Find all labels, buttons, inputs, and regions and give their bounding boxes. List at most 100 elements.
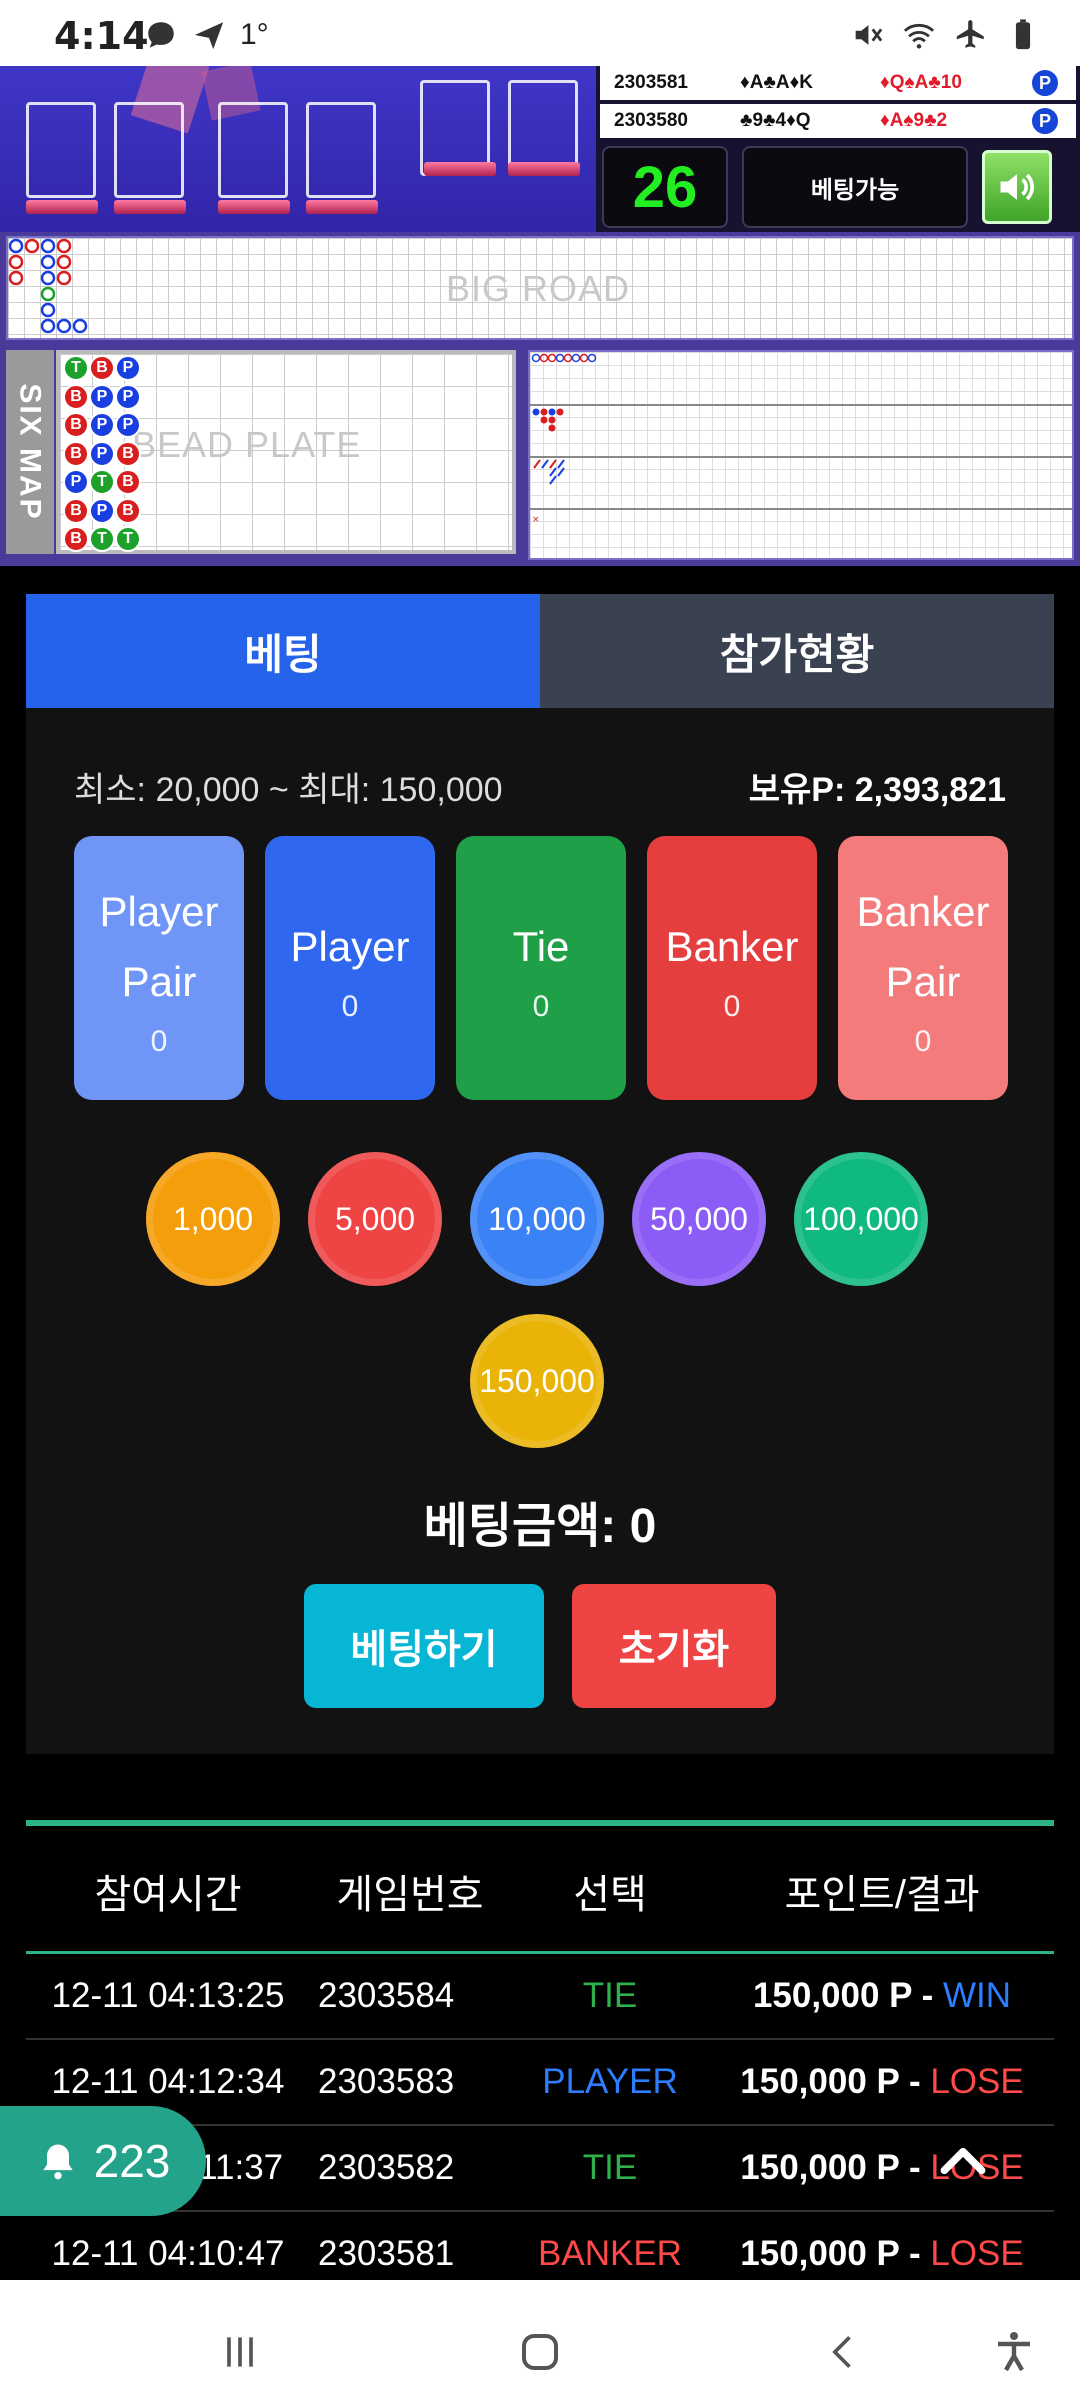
chip-100000[interactable]: 100,000	[794, 1152, 928, 1286]
speaker-icon	[1000, 173, 1034, 201]
row-points-result: 150,000 P - LOSE	[710, 2062, 1054, 2102]
bet-option-label: Pair	[121, 958, 197, 1005]
player-win-badge: P	[1030, 68, 1060, 98]
notification-button[interactable]: 223	[0, 2106, 206, 2216]
bead-b: B	[63, 497, 89, 524]
round-history-row: 2303581 ♦A♣A♦K ♦Q♠A♣10 P	[600, 66, 1076, 100]
row-time: 12-11 04:13:25	[51, 1976, 285, 2015]
bell-icon	[42, 2144, 73, 2180]
system-nav-bar	[0, 2280, 1080, 2408]
row-points: 150,000 P -	[740, 2062, 931, 2101]
back-icon	[832, 2336, 851, 2368]
row-game-number: 2303582	[318, 2148, 455, 2187]
battery-icon	[1015, 19, 1031, 50]
bet-option-label: Banker	[856, 888, 990, 935]
banker-pair-bet-button[interactable]: Banker Pair 0	[838, 836, 1008, 1100]
chip-1000[interactable]: 1,000	[146, 1152, 280, 1286]
bead-p: P	[89, 497, 115, 524]
bead-plate-board: BEAD PLATE TBBBPBBBPPPTPTPPPBBBT	[56, 350, 516, 554]
accessibility-icon	[998, 2332, 1030, 2372]
airplane-icon	[956, 20, 984, 48]
column-header-choice: 선택	[573, 1872, 647, 1917]
game-board: 2303581 ♦A♣A♦K ♦Q♠A♣10 P 2303580 ♣9♣4♦Q …	[0, 66, 1080, 566]
tab-participation-status[interactable]: 참가현황	[540, 594, 1054, 708]
tie-bet-button[interactable]: Tie 0	[456, 836, 626, 1100]
row-time: 12-11 04:10:47	[51, 2234, 285, 2273]
chip-5000[interactable]: 5,000	[308, 1152, 442, 1286]
row-choice: TIE	[582, 2148, 638, 2187]
temperature-text: 1°	[240, 18, 269, 51]
player-win-badge: P	[1030, 106, 1060, 136]
big-road-board: BIG ROAD	[6, 236, 1074, 340]
bet-limits: 최소: 20,000 ~ 최대: 150,000	[74, 771, 503, 809]
column-header-result: 포인트/결과	[784, 1872, 980, 1917]
bead-p: P	[89, 412, 115, 438]
recent-apps-button[interactable]	[210, 2322, 270, 2382]
round-history-row: 2303580 ♣9♣4♦Q ♦A♠9♣2 P	[600, 104, 1076, 138]
bead-b: B	[63, 440, 89, 467]
bet-option-label: Pair	[885, 958, 961, 1005]
bead-b: B	[115, 497, 141, 524]
bead-p: P	[89, 383, 115, 410]
countdown-timer: 26	[602, 146, 728, 228]
big-road-label: BIG ROAD	[446, 268, 631, 309]
big-road-marks	[8, 238, 88, 334]
bet-option-amount: 0	[532, 990, 550, 1023]
clock: 4:14	[54, 14, 149, 58]
row-result: LOSE	[930, 2234, 1024, 2273]
derived-road-marks: ×	[531, 353, 597, 525]
home-button[interactable]	[510, 2322, 570, 2382]
bet-amount-total: 베팅금액: 0	[423, 1500, 657, 1553]
notification-count: 223	[93, 2135, 171, 2187]
row-choice: TIE	[582, 1976, 638, 2015]
bead-p: P	[89, 440, 115, 467]
recent-apps-icon	[227, 2337, 253, 2367]
bet-option-amount: 0	[341, 990, 359, 1023]
derived-roads-board: ×	[528, 350, 1074, 560]
sound-toggle-button[interactable]	[982, 150, 1052, 224]
card-slot	[306, 102, 376, 198]
bead-b: B	[89, 355, 115, 381]
row-result: WIN	[943, 1976, 1012, 2015]
row-game-number: 2303581	[318, 2234, 455, 2273]
bet-option-amount: 0	[150, 1025, 168, 1058]
wifi-icon	[903, 23, 935, 49]
history-table-header: 참여시간 게임번호 선택 포인트/결과	[26, 1830, 1054, 1954]
row-points-result: 150,000 P - LOSE	[710, 2148, 1054, 2188]
row-result: LOSE	[930, 2062, 1024, 2101]
place-bet-button[interactable]: 베팅하기	[304, 1584, 544, 1708]
bet-option-label: Tie	[512, 923, 570, 970]
betting-panel: 최소: 20,000 ~ 최대: 150,000 보유P: 2,393,821 …	[26, 708, 1054, 1754]
tab-betting[interactable]: 베팅	[26, 594, 540, 708]
bet-option-label: Player	[99, 888, 219, 935]
bet-option-amount: 0	[723, 990, 741, 1023]
row-points: 150,000 P -	[740, 2234, 931, 2273]
send-icon	[194, 22, 224, 50]
back-button[interactable]	[814, 2322, 874, 2382]
accessibility-button[interactable]	[984, 2322, 1044, 2382]
bead-t: T	[63, 355, 89, 381]
reset-button[interactable]: 초기화	[572, 1584, 776, 1708]
player-pair-bet-button[interactable]: Player Pair 0	[74, 836, 244, 1100]
bead-b: B	[115, 469, 141, 495]
row-points-result: 150,000 P - LOSE	[710, 2234, 1054, 2274]
chip-150000[interactable]: 150,000	[470, 1314, 604, 1448]
player-bet-button[interactable]: Player 0	[265, 836, 435, 1100]
round-info-panel: 2303581 ♦A♣A♦K ♦Q♠A♣10 P 2303580 ♣9♣4♦Q …	[596, 66, 1080, 232]
chip-50000[interactable]: 50,000	[632, 1152, 766, 1286]
column-header-time: 참여시간	[94, 1872, 242, 1917]
bead-b: B	[63, 383, 89, 410]
tab-bar: 베팅 참가현황	[26, 594, 1054, 708]
bead-p: P	[115, 383, 141, 410]
bead-t: T	[89, 469, 115, 495]
status-bar: 4:14 1°	[0, 0, 1080, 66]
history-row: 12-11 04:13:25 2303584 TIE 150,000 P - WIN	[26, 1954, 1054, 2040]
row-points-result: 150,000 P - WIN	[710, 1976, 1054, 2016]
row-game-number: 2303584	[318, 1976, 455, 2015]
bead-t: T	[115, 526, 141, 552]
banker-bet-button[interactable]: Banker 0	[647, 836, 817, 1100]
chip-10000[interactable]: 10,000	[470, 1152, 604, 1286]
bead-b: B	[63, 526, 89, 552]
scroll-to-top-button[interactable]	[928, 2126, 998, 2196]
six-map-label: SIX MAP	[6, 350, 54, 554]
